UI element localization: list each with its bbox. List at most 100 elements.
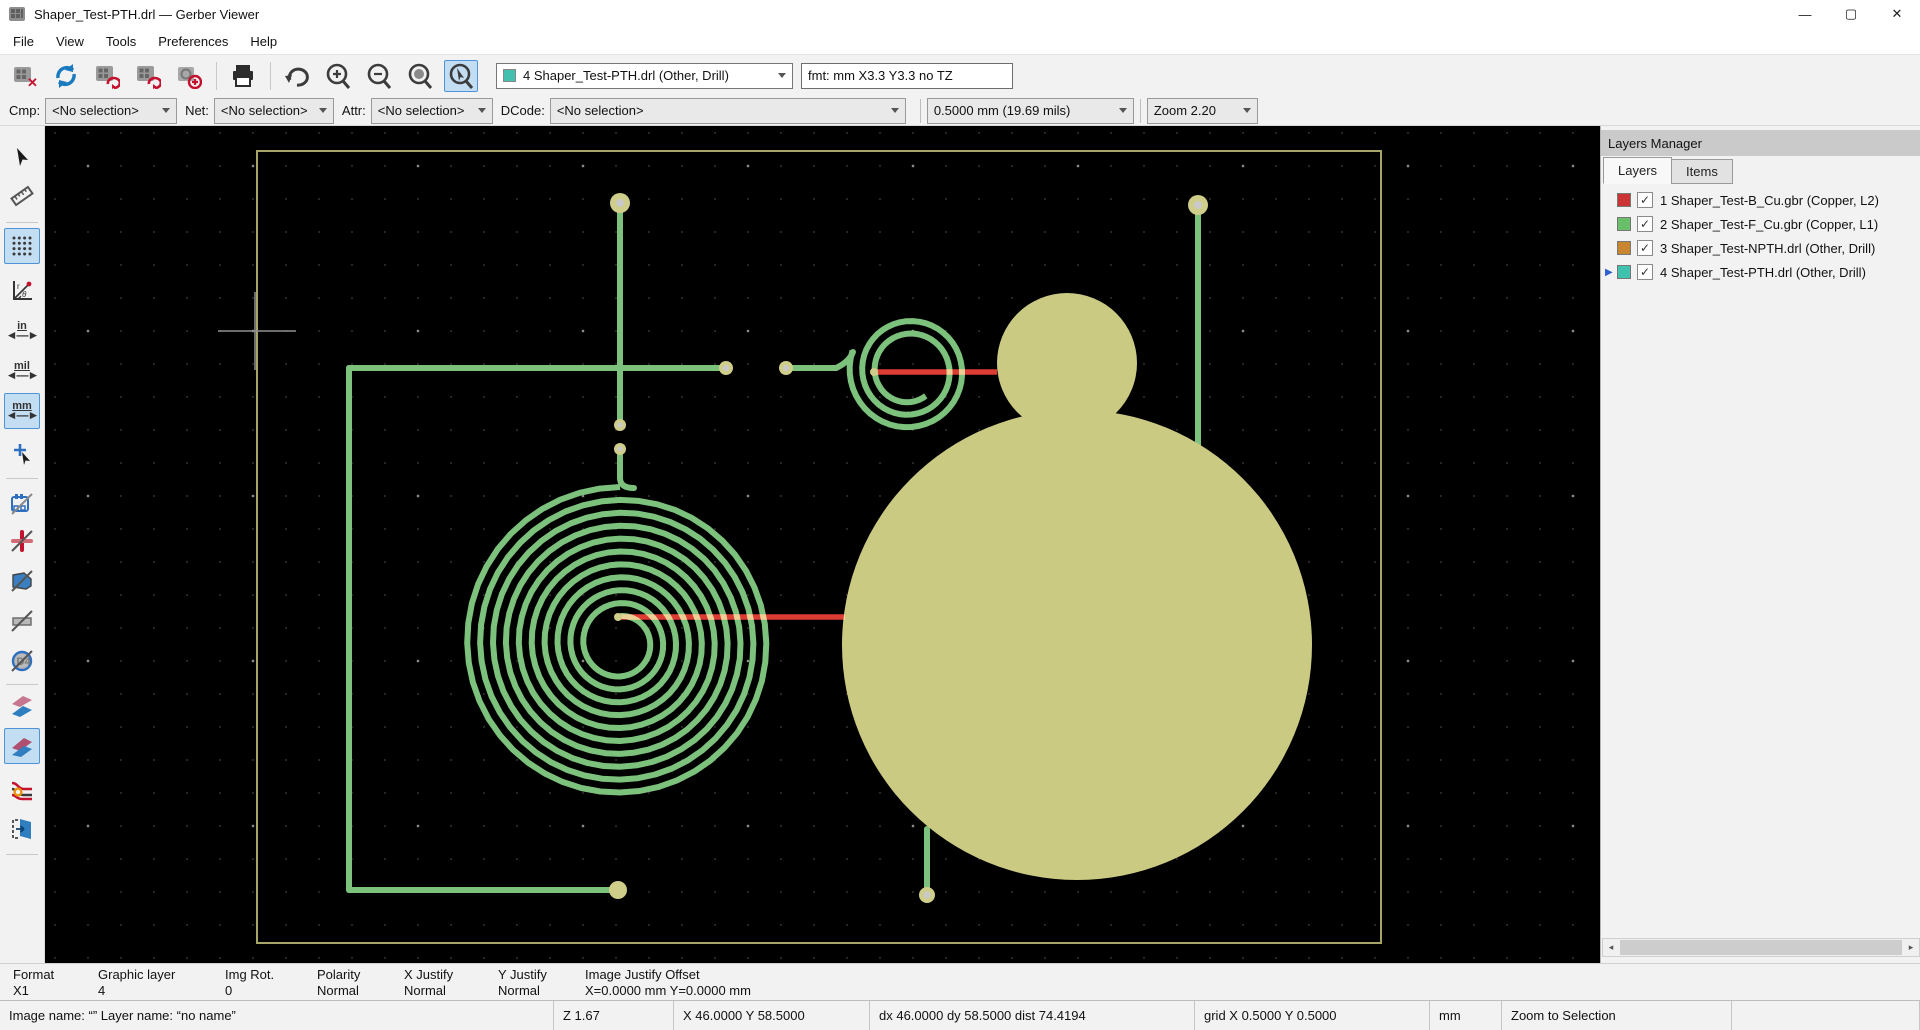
- layer-color-swatch[interactable]: [1617, 265, 1631, 279]
- grid-dot: [1143, 957, 1145, 959]
- grid-dot: [186, 231, 188, 233]
- layers-horizontal-scrollbar[interactable]: ◂ ▸: [1602, 938, 1920, 957]
- grid-dot: [615, 924, 617, 926]
- grid-dot: [252, 891, 254, 893]
- tab-items[interactable]: Items: [1671, 159, 1733, 184]
- gerber-canvas[interactable]: [45, 126, 1600, 963]
- layers-stacked-mode-button[interactable]: [4, 728, 40, 764]
- sketch-lines-button[interactable]: [4, 603, 40, 639]
- zoom-out-button[interactable]: [362, 60, 396, 92]
- toggle-grid-button[interactable]: [4, 228, 40, 264]
- layer-color-swatch[interactable]: [1617, 241, 1631, 255]
- grid-dot: [1209, 429, 1211, 431]
- scroll-left-icon[interactable]: ◂: [1603, 939, 1619, 956]
- layers-transparency-mode-button[interactable]: [4, 771, 40, 807]
- grid-dot: [1473, 627, 1475, 629]
- grid-dot: [615, 330, 617, 332]
- grid-dot: [1176, 198, 1178, 200]
- grid-dot: [1506, 627, 1508, 629]
- grid-dot: [54, 231, 56, 233]
- clear-all-layers-button[interactable]: ✕: [8, 60, 42, 92]
- layer-visibility-checkbox[interactable]: ✓: [1637, 264, 1653, 280]
- grid-dot: [1011, 198, 1013, 200]
- menu-view[interactable]: View: [45, 28, 95, 55]
- layer-row[interactable]: ▶✓4 Shaper_Test-PTH.drl (Other, Drill): [1601, 260, 1920, 284]
- grid-dot: [384, 660, 386, 662]
- grid-dot: [747, 858, 749, 860]
- polar-coordinates-button[interactable]: rθ: [4, 273, 40, 309]
- grid-dot: [1011, 924, 1013, 926]
- cmp-filter-combo[interactable]: <No selection>: [45, 98, 177, 124]
- reload-all-layers-button[interactable]: [49, 60, 83, 92]
- grid-size-combo[interactable]: 0.5000 mm (19.69 mils): [927, 98, 1134, 124]
- units-mils-button[interactable]: mil◄—►: [4, 353, 40, 389]
- maximize-button[interactable]: ▢: [1828, 0, 1874, 28]
- grid-dot: [813, 363, 815, 365]
- grid-dot: [186, 165, 188, 167]
- cursor-shape-button[interactable]: [4, 436, 40, 472]
- grid-dot: [450, 924, 452, 926]
- status-field-value: X=0.0000 mm Y=0.0000 mm: [585, 983, 885, 998]
- grid-dot: [1440, 891, 1442, 893]
- grid-dot: [1374, 495, 1376, 497]
- zoom-level-combo[interactable]: Zoom 2.20: [1147, 98, 1258, 124]
- grid-dot: [186, 297, 188, 299]
- gerber-info-statusbar: FormatX1Graphic layer4Img Rot.0PolarityN…: [0, 963, 1920, 1000]
- zoom-in-button[interactable]: [321, 60, 355, 92]
- units-mm-button[interactable]: mm◄—►: [4, 393, 40, 429]
- grid-dot: [450, 396, 452, 398]
- grid-dot: [549, 825, 551, 827]
- grid-dot: [549, 495, 551, 497]
- grid-dot: [1539, 693, 1541, 695]
- close-button[interactable]: ✕: [1874, 0, 1920, 28]
- grid-dot: [351, 363, 353, 365]
- grid-dot: [1242, 462, 1244, 464]
- grid-dot: [780, 693, 782, 695]
- sketch-polygons-button[interactable]: [4, 563, 40, 599]
- flashed-pad-circle: [997, 293, 1137, 433]
- net-filter-combo[interactable]: <No selection>: [214, 98, 334, 124]
- menu-preferences[interactable]: Preferences: [147, 28, 239, 55]
- layer-row[interactable]: ✓3 Shaper_Test-NPTH.drl (Other, Drill): [1601, 236, 1920, 260]
- tab-layers[interactable]: Layers: [1603, 157, 1672, 184]
- gerber-drawing[interactable]: [45, 126, 1600, 963]
- layer-row[interactable]: ✓2 Shaper_Test-F_Cu.gbr (Copper, L1): [1601, 212, 1920, 236]
- grid-dot: [582, 396, 584, 398]
- select-tool-button[interactable]: [4, 140, 40, 176]
- open-gerber-file-button[interactable]: [90, 60, 124, 92]
- grid-dot: [1077, 264, 1079, 266]
- format-info-field[interactable]: [801, 63, 1013, 89]
- active-layer-combo[interactable]: 4 Shaper_Test-PTH.drl (Other, Drill): [496, 63, 793, 89]
- layer-row[interactable]: ✓1 Shaper_Test-B_Cu.gbr (Copper, L2): [1601, 188, 1920, 212]
- menu-tools[interactable]: Tools: [95, 28, 147, 55]
- zoom-to-selection-button[interactable]: [444, 60, 478, 92]
- attr-filter-combo[interactable]: <No selection>: [371, 98, 493, 124]
- show-dcodes-button[interactable]: D4: [4, 643, 40, 679]
- units-inches-button[interactable]: in◄—►: [4, 313, 40, 349]
- grid-dot: [1374, 462, 1376, 464]
- grid-dot: [1176, 231, 1178, 233]
- layer-color-swatch[interactable]: [1617, 193, 1631, 207]
- toggle-layers-manager-button[interactable]: [4, 811, 40, 847]
- layer-color-swatch[interactable]: [1617, 217, 1631, 231]
- open-zip-archive-button[interactable]: [172, 60, 206, 92]
- grid-dot: [186, 792, 188, 794]
- layer-visibility-checkbox[interactable]: ✓: [1637, 192, 1653, 208]
- print-button[interactable]: [226, 60, 260, 92]
- scrollbar-thumb[interactable]: [1620, 940, 1902, 955]
- menu-file[interactable]: File: [2, 28, 45, 55]
- minimize-button[interactable]: —: [1782, 0, 1828, 28]
- layers-raw-mode-button[interactable]: [4, 688, 40, 724]
- zoom-fit-button[interactable]: [403, 60, 437, 92]
- redraw-view-button[interactable]: [280, 60, 314, 92]
- sketch-footprints-button[interactable]: [4, 486, 40, 522]
- measure-tool-button[interactable]: [4, 178, 40, 214]
- svg-text:✕: ✕: [27, 75, 38, 89]
- scroll-right-icon[interactable]: ▸: [1903, 939, 1919, 956]
- dcode-filter-combo[interactable]: <No selection>: [550, 98, 906, 124]
- layer-visibility-checkbox[interactable]: ✓: [1637, 240, 1653, 256]
- layer-visibility-checkbox[interactable]: ✓: [1637, 216, 1653, 232]
- sketch-flashed-items-button[interactable]: [4, 523, 40, 559]
- open-drill-file-button[interactable]: [131, 60, 165, 92]
- menu-help[interactable]: Help: [239, 28, 288, 55]
